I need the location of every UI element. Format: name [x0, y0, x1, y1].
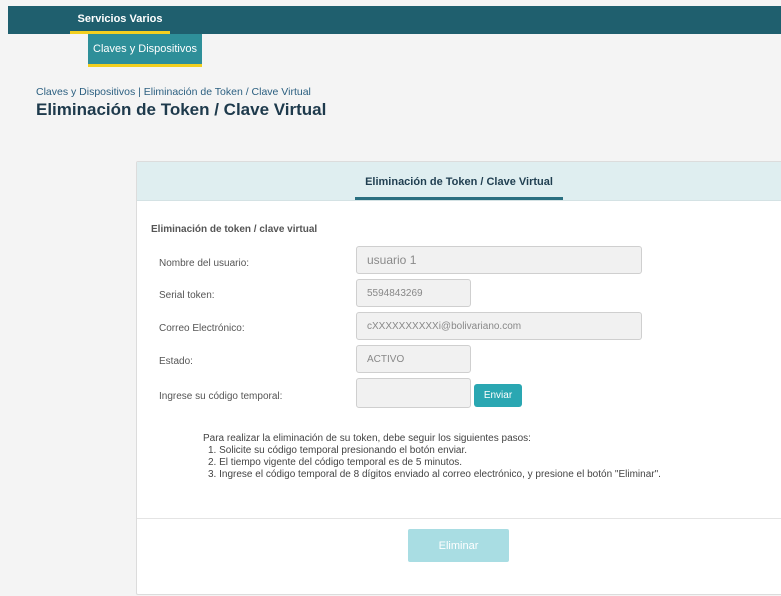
delete-button[interactable]: Eliminar	[408, 529, 509, 562]
instructions-intro: Para realizar la eliminación de su token…	[203, 433, 531, 444]
serial-field: 5594843269	[356, 279, 471, 307]
instruction-step: 2. El tiempo vigente del código temporal…	[208, 457, 463, 468]
instructions: Para realizar la eliminación de su token…	[203, 433, 661, 481]
nav-servicios-varios[interactable]: Servicios Varios	[70, 6, 170, 34]
username-label: Nombre del usuario:	[159, 258, 250, 269]
username-value: usuario 1	[367, 253, 417, 267]
code-label: Ingrese su código temporal:	[159, 391, 283, 402]
status-value: ACTIVO	[367, 353, 405, 365]
breadcrumb: Claves y Dispositivos | Eliminación de T…	[36, 86, 311, 98]
instruction-step: 3. Ingrese el código temporal de 8 dígit…	[208, 469, 661, 480]
card-header: Eliminación de Token / Clave Virtual	[137, 162, 781, 201]
email-label: Correo Electrónico:	[159, 323, 245, 334]
token-removal-card: Eliminación de Token / Clave Virtual Eli…	[136, 161, 781, 595]
code-input[interactable]	[367, 384, 460, 402]
section-title: Eliminación de token / clave virtual	[151, 224, 318, 235]
status-field: ACTIVO	[356, 345, 471, 373]
top-navbar: Servicios Varios	[8, 6, 781, 34]
divider	[137, 518, 781, 519]
email-field: cXXXXXXXXXXi@bolivariano.com	[356, 312, 642, 340]
send-button[interactable]: Enviar	[474, 384, 522, 407]
username-field: usuario 1	[356, 246, 642, 274]
tab-token-removal[interactable]: Eliminación de Token / Clave Virtual	[355, 172, 563, 200]
serial-value: 5594843269	[367, 287, 423, 299]
instruction-step: 1. Solicite su código temporal presionan…	[208, 445, 468, 456]
code-field[interactable]	[356, 378, 471, 408]
status-label: Estado:	[159, 356, 193, 367]
serial-label: Serial token:	[159, 290, 215, 301]
page-title: Eliminación de Token / Clave Virtual	[36, 100, 327, 119]
subnav-claves-dispositivos[interactable]: Claves y Dispositivos	[88, 34, 202, 67]
email-value: cXXXXXXXXXXi@bolivariano.com	[367, 320, 522, 332]
